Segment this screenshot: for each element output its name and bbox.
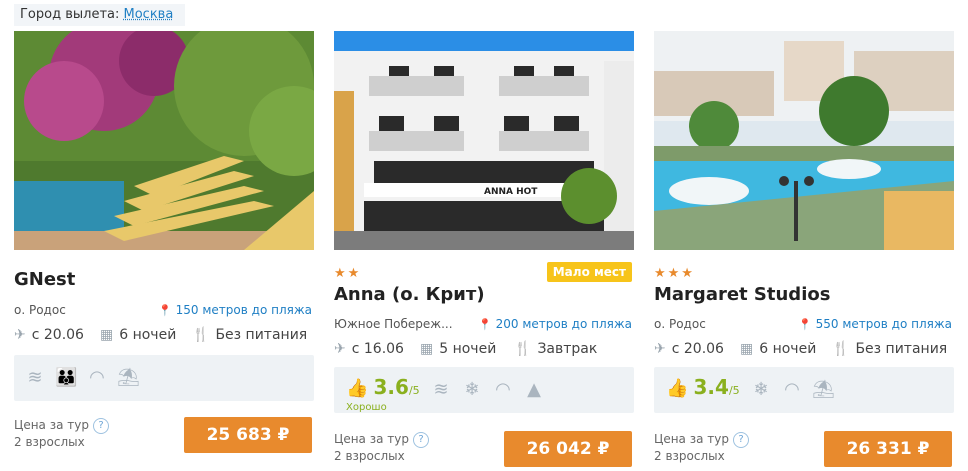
thumbs-up-icon: 👍 [666,378,689,399]
price-label: Цена за тур [334,432,409,446]
calendar-icon: ▦ [100,327,114,343]
location-row: о. Родос 📍 550 метров до пляжа [654,317,954,333]
price-label-block: Цена за тур? 2 взрослых [14,417,109,450]
plane-icon: ✈ [14,327,26,343]
wifi-icon: ◠ [495,379,511,400]
departure-date: с 20.06 [671,341,724,357]
hotel-name[interactable]: Margaret Studios [654,284,830,305]
beach-distance: 📍 550 метров до пляжа [798,317,952,331]
trip-details: ✈ с 20.06 ▦ 6 ночей 🍴 Без питания [14,327,314,345]
amenities-box: ≋ 👪 ◠ ⛱ [14,355,314,401]
departure-city-bar: Город вылета: Москва [14,4,186,26]
help-icon[interactable]: ? [92,417,109,434]
beach-distance: 📍 200 метров до пляжа [478,317,632,331]
price-button[interactable]: 25 683 ₽ [184,417,312,453]
departure-city-link[interactable]: Москва [124,7,174,22]
price-label-block: Цена за тур? 2 взрослых [654,431,749,464]
region-text: о. Родос [14,303,66,317]
wifi-icon: ◠ [784,379,800,400]
price-label-block: Цена за тур? 2 взрослых [334,431,429,464]
guest-rating: 👍 3.6/5 Хорошо [346,375,420,413]
guest-rating: 👍 3.4/5 [666,375,740,399]
guests-count: 2 взрослых [654,448,725,463]
beach-distance-text: 550 метров до пляжа [815,317,952,331]
plane-icon: ✈ [334,341,346,357]
svg-text:ANNA HOT: ANNA HOT [484,187,538,197]
region-text: о. Родос [654,317,706,331]
few-seats-badge: Мало мест [546,262,632,282]
map-pin-icon: 📍 [797,318,812,331]
region-text: Южное Побереж... [334,317,453,331]
mountain-icon: ▲ [527,379,541,400]
map-pin-icon: 📍 [477,318,492,331]
hotel-name[interactable]: Anna (о. Крит) [334,284,485,305]
rating-score: 3.6 [373,375,409,399]
plane-icon: ✈ [654,341,666,357]
wifi-icon: ◠ [89,367,105,388]
beach-distance-text: 200 метров до пляжа [495,317,632,331]
fork-knife-icon: 🍴 [192,327,210,343]
fork-knife-icon: 🍴 [832,341,850,357]
price-button[interactable]: 26 331 ₽ [824,431,952,467]
meal-plan: Завтрак [537,341,598,357]
hotel-stars: ★★★ [654,266,695,281]
amenities-box: 👍 3.6/5 Хорошо ≋ ❄ ◠ ▲ [334,367,634,413]
ac-icon: ❄ [464,379,480,400]
trip-details: ✈ с 16.06 ▦ 5 ночей 🍴 Завтрак [334,341,634,359]
trip-details: ✈ с 20.06 ▦ 6 ночей 🍴 Без питания [654,341,954,359]
hotel-photo[interactable] [654,31,954,250]
hotel-card[interactable]: ★★★ Margaret Studios о. Родос 📍 550 метро… [654,31,954,471]
hotel-stars: ★★ [334,266,362,281]
location-row: Южное Побереж... 📍 200 метров до пляжа [334,317,634,333]
thumbs-up-icon: 👍 [346,378,369,399]
beach-icon: ⛱ [812,379,835,400]
map-pin-icon: 📍 [157,304,172,317]
departure-city-label: Город вылета: [20,7,120,22]
rating-score: 3.4 [693,375,729,399]
beach-distance: 📍 150 метров до пляжа [158,303,312,317]
help-icon[interactable]: ? [732,431,749,448]
help-icon[interactable]: ? [412,431,429,448]
nights-count: 5 ночей [439,341,497,357]
pool-icon: ≋ [27,367,43,388]
price-label: Цена за тур [14,418,89,432]
family-icon: 👪 [55,367,78,388]
hotel-photo[interactable] [14,31,314,250]
calendar-icon: ▦ [420,341,434,357]
rating-row: ★★★ [654,262,954,282]
beach-icon: ⛱ [117,367,140,388]
departure-date: с 16.06 [351,341,404,357]
fork-knife-icon: 🍴 [514,341,532,357]
calendar-icon: ▦ [740,341,754,357]
rating-caption: Хорошо [346,402,387,413]
nights-count: 6 ночей [759,341,817,357]
rating-max: /5 [408,384,420,397]
location-row: о. Родос 📍 150 метров до пляжа [14,303,314,319]
nights-count: 6 ночей [119,327,177,343]
meal-plan: Без питания [215,327,308,343]
ac-icon: ❄ [753,379,769,400]
pool-icon: ≋ [433,379,449,400]
amenities-box: 👍 3.4/5 ❄ ◠ ⛱ [654,367,954,413]
departure-date: с 20.06 [31,327,84,343]
rating-max: /5 [728,384,740,397]
rating-row: ★★ Мало мест [334,262,634,282]
guests-count: 2 взрослых [334,448,405,463]
meal-plan: Без питания [855,341,948,357]
beach-distance-text: 150 метров до пляжа [175,303,312,317]
hotel-card[interactable]: GNest о. Родос 📍 150 метров до пляжа ✈ с 2… [14,31,314,471]
price-label: Цена за тур [654,432,729,446]
guests-count: 2 взрослых [14,434,85,449]
price-button[interactable]: 26 042 ₽ [504,431,632,467]
hotel-photo[interactable]: ANNA HOT [334,31,634,250]
hotel-card[interactable]: ANNA HOT ★★ Мало мест Anna (о. Крит) Южн… [334,31,634,471]
hotel-name[interactable]: GNest [14,269,75,290]
